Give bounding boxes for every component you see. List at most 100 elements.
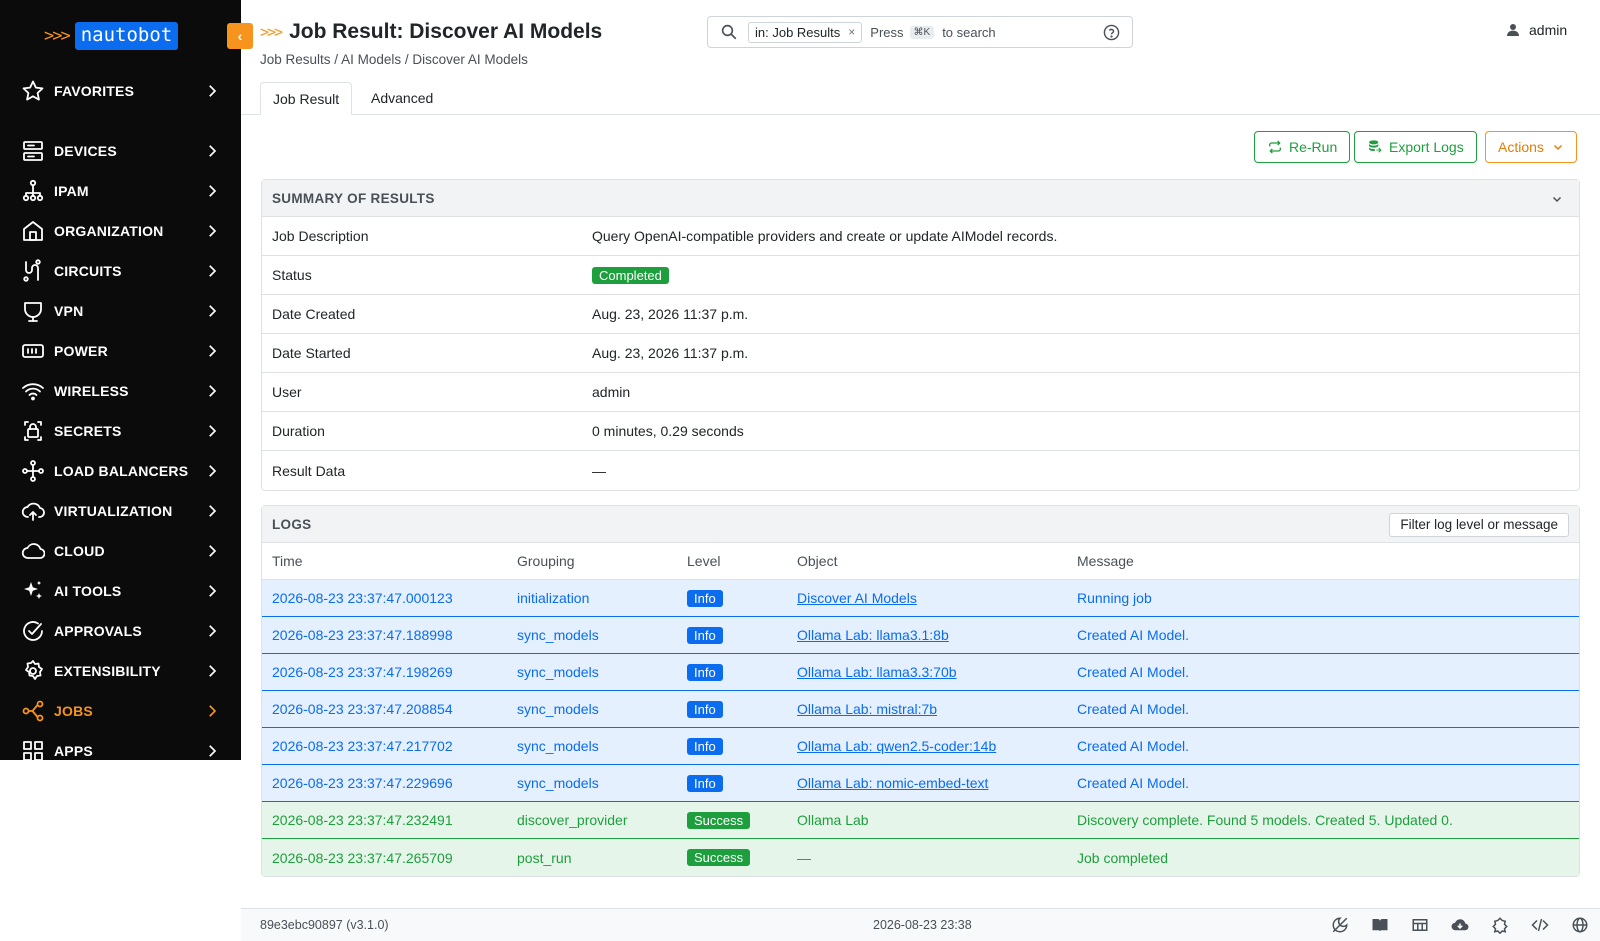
column-header-grouping[interactable]: Grouping — [517, 553, 687, 569]
help-icon[interactable] — [1103, 24, 1120, 41]
breadcrumb-ai-models[interactable]: AI Models — [341, 52, 401, 67]
tab-job-result[interactable]: Job Result — [260, 82, 353, 115]
log-filter-input[interactable]: Filter log level or message — [1389, 513, 1569, 537]
summary-key: Date Created — [272, 306, 356, 322]
sidebar-item-virtualization[interactable]: VIRTUALIZATION — [0, 491, 241, 531]
log-level-cell: Info — [687, 626, 797, 644]
sidebar-item-devices[interactable]: DEVICES — [0, 131, 241, 171]
sidebar-item-jobs[interactable]: JOBS — [0, 691, 241, 731]
log-level-badge: Info — [687, 700, 723, 718]
sidebar-item-ai-tools[interactable]: AI TOOLS — [0, 571, 241, 611]
summary-row: Date Started Aug. 23, 2026 11:37 p.m. — [262, 334, 1579, 373]
actions-dropdown[interactable]: Actions — [1485, 131, 1577, 163]
sidebar-item-ipam[interactable]: IPAM — [0, 171, 241, 211]
rerun-button[interactable]: Re-Run — [1254, 131, 1351, 163]
summary-heading[interactable]: SUMMARY OF RESULTS — [262, 180, 1579, 217]
log-object: Ollama Lab — [797, 812, 869, 828]
log-grouping: post_run — [517, 849, 572, 866]
table-row: 2026-08-23 23:37:47.217702 sync_models Inf… — [262, 728, 1579, 765]
user-icon — [1507, 24, 1519, 36]
sidebar-item-secrets[interactable]: SECRETS — [0, 411, 241, 451]
nautobot-logo[interactable]: >>> nautobot — [44, 22, 179, 50]
gear-icon — [20, 658, 46, 684]
log-object-link[interactable]: Ollama Lab: llama3.3:70b — [797, 664, 957, 680]
log-grouping: sync_models — [517, 775, 599, 791]
sidebar-item-label: WIRELESS — [54, 383, 129, 399]
breadcrumb-job-results[interactable]: Job Results — [260, 52, 331, 67]
column-header-object[interactable]: Object — [797, 553, 1077, 569]
api-icon[interactable] — [1410, 916, 1430, 934]
search-input[interactable]: in: Job Results × Press ⌘K to search — [707, 16, 1133, 48]
theme-toggle-icon[interactable] — [1330, 916, 1350, 934]
close-icon[interactable]: × — [848, 25, 855, 39]
column-header-message[interactable]: Message — [1077, 553, 1579, 569]
log-time: 2026-08-23 23:37:47.232491 — [272, 812, 453, 828]
log-object-cell: Discover AI Models — [797, 590, 1077, 606]
rerun-label: Re-Run — [1289, 139, 1338, 155]
sidebar-item-organization[interactable]: ORGANIZATION — [0, 211, 241, 251]
load-balancer-icon — [20, 458, 46, 484]
sidebar-item-load-balancers[interactable]: LOAD BALANCERS — [0, 451, 241, 491]
code-icon[interactable] — [1530, 916, 1550, 934]
summary-row: Date Created Aug. 23, 2026 11:37 p.m. — [262, 295, 1579, 334]
sidebar-item-favorites[interactable]: FAVORITES — [0, 71, 241, 111]
table-row: 2026-08-23 23:37:47.198269 sync_models Inf… — [262, 654, 1579, 691]
shield-icon — [20, 298, 46, 324]
log-object-link[interactable]: Ollama Lab: qwen2.5-coder:14b — [797, 738, 996, 754]
search-scope-label: in: Job Results — [755, 24, 841, 40]
log-object-link[interactable]: Discover AI Models — [797, 590, 917, 606]
search-scope-chip[interactable]: in: Job Results × — [748, 21, 863, 43]
log-level-badge: Info — [687, 663, 723, 681]
sidebar-collapse-button[interactable]: ‹ — [227, 23, 253, 49]
sidebar-item-label: EXTENSIBILITY — [54, 663, 161, 679]
summary-value-cell: — — [592, 463, 1579, 479]
chevron-right-icon — [209, 585, 217, 597]
network-tree-icon — [20, 178, 46, 204]
chevron-right-icon — [209, 225, 217, 237]
chevron-down-icon[interactable] — [1551, 193, 1563, 205]
docs-book-icon[interactable] — [1370, 916, 1390, 934]
breadcrumb-discover-ai-models[interactable]: Discover AI Models — [412, 52, 528, 67]
log-message: Created AI Model. — [1077, 775, 1190, 791]
sidebar-item-power[interactable]: POWER — [0, 331, 241, 371]
chevron-right-icon — [209, 385, 217, 397]
chevron-right-icon — [209, 545, 217, 557]
bug-icon[interactable] — [1490, 916, 1510, 934]
power-icon — [20, 338, 46, 364]
log-object-link[interactable]: Ollama Lab: llama3.1:8b — [797, 627, 949, 643]
log-object-link[interactable]: Ollama Lab: nomic-embed-text — [797, 775, 988, 791]
star-icon — [20, 78, 46, 104]
log-object-link[interactable]: Ollama Lab: mistral:7b — [797, 701, 937, 717]
globe-icon[interactable] — [1570, 916, 1590, 934]
tab-advanced[interactable]: Advanced — [359, 82, 445, 115]
sidebar-item-label: DEVICES — [54, 143, 117, 159]
sidebar-item-extensibility[interactable]: EXTENSIBILITY — [0, 651, 241, 691]
sidebar-item-approvals[interactable]: APPROVALS — [0, 611, 241, 651]
summary-key: Date Started — [272, 345, 351, 361]
export-logs-button[interactable]: Export Logs — [1354, 131, 1477, 163]
column-header-level[interactable]: Level — [687, 553, 797, 569]
sidebar-item-vpn[interactable]: VPN — [0, 291, 241, 331]
chevron-right-icon — [209, 145, 217, 157]
sidebar-item-label: VIRTUALIZATION — [54, 503, 173, 519]
check-circle-icon — [20, 618, 46, 644]
footer-version: 89e3ebc90897 (v3.1.0) — [260, 918, 389, 932]
sidebar-item-wireless[interactable]: WIRELESS — [0, 371, 241, 411]
table-row: 2026-08-23 23:37:47.265709 post_run Succes… — [262, 839, 1579, 876]
log-message: Created AI Model. — [1077, 701, 1190, 717]
user-menu[interactable]: admin — [1505, 22, 1567, 38]
log-message: Discovery complete. Found 5 models. Crea… — [1077, 812, 1453, 828]
lock-icon — [20, 418, 46, 444]
log-level-cell: Info — [687, 737, 797, 755]
breadcrumb-separator: / — [330, 52, 342, 67]
log-time: 2026-08-23 23:37:47.208854 — [272, 701, 453, 717]
log-grouping: sync_models — [517, 627, 599, 643]
cloud-download-icon[interactable] — [1450, 916, 1470, 934]
log-grouping: sync_models — [517, 701, 599, 717]
sidebar-item-circuits[interactable]: CIRCUITS — [0, 251, 241, 291]
sidebar-item-apps[interactable]: APPS — [0, 731, 241, 760]
log-object-cell: Ollama Lab: llama3.3:70b — [797, 664, 1077, 680]
column-header-time[interactable]: Time — [262, 553, 517, 569]
user-name: admin — [1529, 22, 1568, 38]
sidebar-item-cloud[interactable]: CLOUD — [0, 531, 241, 571]
